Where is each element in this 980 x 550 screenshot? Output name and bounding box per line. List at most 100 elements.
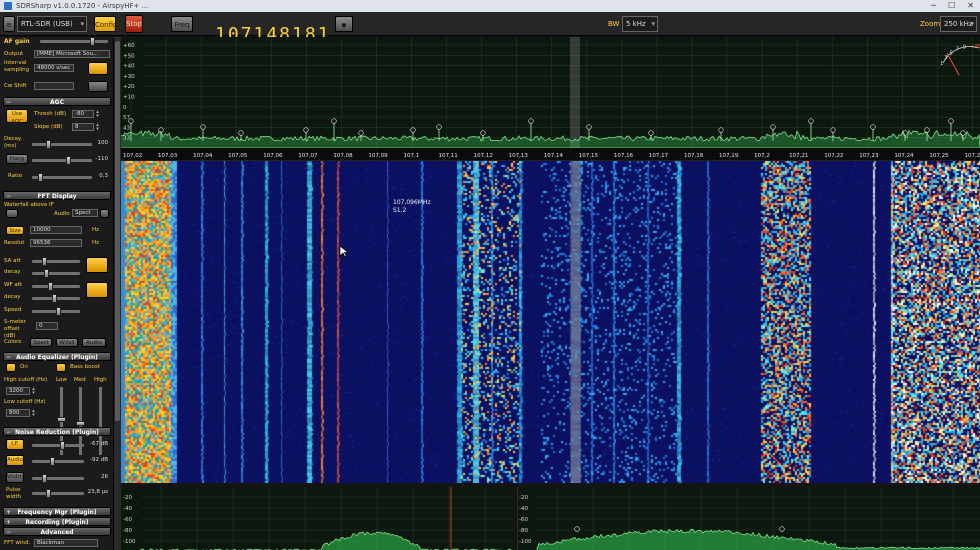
hang-button[interactable]: Hang: [6, 154, 28, 164]
nr-audio-slider[interactable]: [32, 457, 84, 466]
waterfall-display[interactable]: 107,096MHz S1,2: [121, 161, 980, 483]
nr-if-slider[interactable]: [32, 441, 84, 450]
waterfall-canvas[interactable]: [121, 161, 980, 483]
wf-decay-slider[interactable]: [32, 294, 80, 303]
nr-audio-button[interactable]: Audio: [6, 455, 24, 466]
hang-slider[interactable]: [32, 156, 92, 165]
peak-marker: [238, 130, 244, 136]
freq-mode-button[interactable]: Freq: [171, 16, 193, 32]
recording-section-header[interactable]: + Recording (Plugin): [3, 517, 111, 526]
spectrum-button[interactable]: [100, 209, 109, 218]
sample-rate-select[interactable]: 48000 s/sec: [34, 64, 74, 72]
decay-slider[interactable]: [32, 140, 92, 149]
output-select[interactable]: [MME] Microsoft Sou...: [34, 50, 110, 58]
nr-if-value: -67 dB: [90, 441, 108, 447]
freq-tick-label: 107,18: [684, 153, 704, 159]
audio-spectrum-panel[interactable]: -20 -40 -60 -80 -100: [121, 487, 513, 550]
spectrum-db-scale: +60 +50 +40 +30 +20 +10 0 57 43 33: [123, 43, 135, 142]
nr-if-button[interactable]: I.F.: [6, 439, 24, 450]
noise-reduction-section-header[interactable]: − Noise Reduction (Plugin): [3, 427, 111, 436]
bandwidth-select[interactable]: 5 kHz: [622, 16, 658, 32]
spectrum-grid: [130, 37, 980, 148]
smeter-tick-label: 7: [956, 47, 959, 53]
nr-pulse-slider[interactable]: [32, 489, 84, 498]
high-cutoff-field[interactable]: 3200: [6, 387, 30, 395]
nr-width-button[interactable]: Width: [6, 472, 24, 483]
slope-spin-icon[interactable]: ▴ ▾: [95, 123, 100, 132]
eq-on-toggle[interactable]: [6, 363, 16, 372]
sa-auto-button[interactable]: [86, 257, 108, 273]
if-spectrum-panel[interactable]: -20 -40 -60 -80 -100: [517, 487, 980, 550]
wf-auto-button[interactable]: [86, 282, 108, 298]
freq-tick-label: 107,02: [123, 153, 142, 159]
fft-size-field[interactable]: 10000: [30, 226, 82, 234]
freq-tick-label: 107,07: [298, 153, 318, 159]
eq-low-label: Low: [56, 377, 67, 383]
nr-width-slider[interactable]: [32, 474, 84, 483]
bass-boost-toggle[interactable]: [56, 363, 66, 372]
ratio-slider[interactable]: [32, 173, 92, 182]
advanced-section-header[interactable]: − Advanced: [3, 527, 111, 536]
spectrum-select[interactable]: Spect: [72, 209, 98, 217]
fft-size-button[interactable]: Size: [6, 226, 24, 235]
minimize-icon[interactable]: ─: [931, 0, 936, 12]
frequency-manager-section-header[interactable]: + Frequency Mgr (Plugin): [3, 507, 111, 516]
smeter-tick-label: 3: [944, 55, 947, 61]
low-cutoff-spin-icon[interactable]: ▴ ▾: [31, 409, 36, 418]
bass-boost-label: Bass boost: [70, 364, 100, 370]
control-panel: AF gain Output [MME] Microsoft Sou... In…: [0, 37, 114, 550]
peak-marker: [358, 130, 364, 136]
window-controls: ─ ☐ ✕: [931, 0, 974, 12]
sa-att-slider[interactable]: [32, 257, 80, 266]
spect-color-button[interactable]: Spect: [30, 338, 52, 347]
title-bar: SDRSharp v1.0.0.1720 - AirspyHF+ ... ─ ☐…: [0, 0, 980, 12]
close-icon[interactable]: ✕: [967, 0, 974, 12]
audio-color-button[interactable]: Audio: [82, 338, 106, 347]
wf-att-label: WF att: [4, 282, 23, 288]
maximize-icon[interactable]: ☐: [948, 0, 955, 12]
freq-tick-label: 107,25: [929, 153, 949, 159]
slope-field[interactable]: 8: [72, 123, 94, 131]
fft-section-header[interactable]: − FFT Display: [3, 191, 111, 200]
control-panel-scrollbar[interactable]: [114, 37, 121, 550]
output-toggle-button[interactable]: [88, 62, 108, 75]
agc-section-header[interactable]: − AGC: [3, 97, 111, 106]
db-tick-label: 33: [123, 136, 130, 142]
smeter-tick-label: 5: [950, 50, 953, 56]
use-agc-button[interactable]: Use AGC: [6, 109, 28, 125]
threshold-field[interactable]: -80: [72, 110, 94, 118]
audio-eq-section-header[interactable]: − Audio Equalizer (Plugin): [3, 352, 111, 361]
ratio-value: 0,3: [99, 173, 108, 179]
af-gain-slider[interactable]: [40, 37, 108, 46]
device-select[interactable]: RTL-SDR (USB): [17, 16, 87, 32]
stop-button[interactable]: Stop: [125, 15, 143, 33]
waterfall-toggle[interactable]: [6, 209, 18, 218]
fft-window-select[interactable]: Blackman: [34, 539, 98, 547]
peak-marker: [648, 130, 654, 136]
freq-tick-label: 107,13: [509, 153, 529, 159]
zoom-select[interactable]: 250 kHz: [940, 16, 977, 32]
menu-button[interactable]: ≡: [3, 16, 15, 32]
low-cutoff-field[interactable]: 800: [6, 409, 30, 417]
peak-marker: [436, 124, 442, 130]
threshold-spin-icon[interactable]: ▴ ▾: [95, 110, 100, 119]
tune-step-button[interactable]: ▪: [335, 16, 353, 32]
config-button[interactable]: Config: [94, 16, 117, 32]
resolution-label: Resolut: [4, 240, 25, 246]
sa-decay-slider[interactable]: [32, 269, 80, 278]
speed-slider[interactable]: [32, 307, 80, 316]
smeter-offset-field[interactable]: 0: [36, 322, 58, 330]
freq-tick-label: 107,06: [263, 153, 283, 159]
scrollbar-thumb[interactable]: [115, 41, 120, 421]
wfall-color-button[interactable]: W.fall: [56, 338, 78, 347]
freq-tick-label: 107,14: [544, 153, 564, 159]
spectrum-analyzer[interactable]: +60 +50 +40 +30 +20 +10 0 57 43 33 107,02 107,03 10…: [121, 37, 980, 161]
high-cutoff-spin-icon[interactable]: ▴ ▾: [31, 387, 36, 396]
cw-shift-button[interactable]: [88, 81, 108, 92]
spectrum-plot[interactable]: +60 +50 +40 +30 +20 +10 0 57 43 33 107,02 107,03 10…: [121, 37, 980, 161]
resolution-field[interactable]: 96536: [30, 239, 82, 247]
window-title: SDRSharp v1.0.0.1720 - AirspyHF+ ...: [16, 2, 149, 10]
wf-att-slider[interactable]: [32, 282, 80, 291]
zoom-label: Zoom: [920, 20, 941, 28]
cw-shift-field[interactable]: [34, 82, 74, 90]
